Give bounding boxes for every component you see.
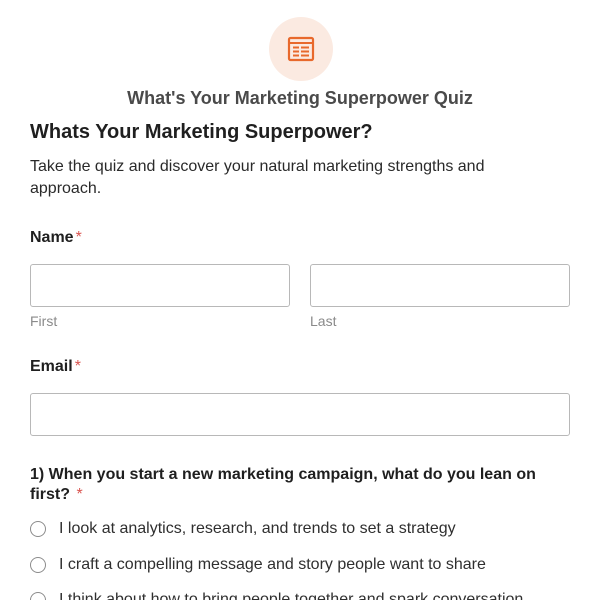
quiz-heading: Whats Your Marketing Superpower? [30,121,373,143]
quiz-form-page: What's Your Marketing Superpower Quiz Wh… [0,0,600,600]
radio-button[interactable] [30,592,46,600]
form-title: What's Your Marketing Superpower Quiz [127,88,473,108]
question-1-text: 1) When you start a new marketing campai… [30,466,536,503]
question-1-option[interactable]: I craft a compelling message and story p… [30,554,486,576]
radio-button[interactable] [30,557,46,573]
required-asterisk: * [75,229,82,246]
email-label-text: Email [30,358,73,375]
required-asterisk: * [74,358,81,375]
option-label: I craft a compelling message and story p… [59,556,486,573]
option-label: I look at analytics, research, and trend… [59,520,456,537]
email-input[interactable] [30,393,570,436]
last-name-input[interactable] [310,264,570,307]
required-asterisk: * [76,486,83,503]
email-label: Email * [30,358,81,376]
form-icon-badge [269,17,333,81]
last-name-sublabel: Last [310,313,337,329]
quiz-description: Take the quiz and discover your natural … [30,158,485,197]
question-1: 1) When you start a new marketing campai… [30,465,570,505]
first-name-sublabel: First [30,313,58,329]
question-1-option[interactable]: I look at analytics, research, and trend… [30,518,456,540]
first-name-input[interactable] [30,264,290,307]
option-label: I think about how to bring people togeth… [59,591,524,600]
form-document-icon [287,36,315,62]
radio-button[interactable] [30,521,46,537]
name-label-text: Name [30,229,74,246]
question-1-option[interactable]: I think about how to bring people togeth… [30,589,523,600]
name-label: Name * [30,229,82,247]
